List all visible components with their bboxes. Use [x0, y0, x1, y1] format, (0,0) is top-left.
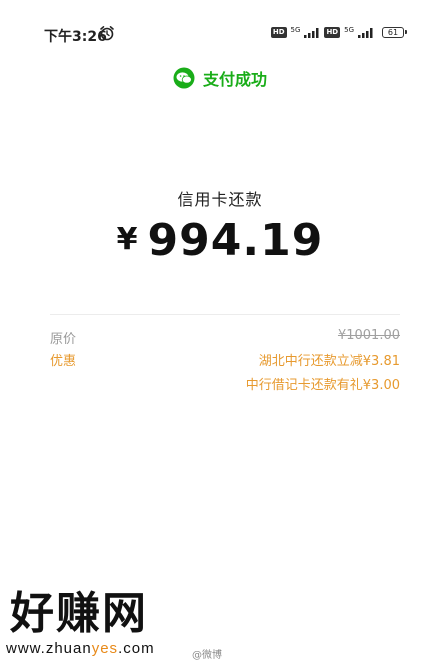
original-price-label: 原价	[50, 332, 77, 347]
watermark-logo: 好赚网	[10, 588, 148, 639]
signal-strength-icon-2	[358, 27, 373, 38]
payment-success-header: 支付成功	[0, 66, 440, 90]
weibo-watermark: @微博	[192, 650, 222, 661]
battery-level: 61	[387, 28, 399, 37]
wechat-pay-icon	[173, 67, 195, 89]
network-type-label-2: 5G	[344, 25, 354, 34]
watermark-url-highlight: yes	[91, 640, 119, 657]
discount-item-2: 中行借记卡还款有礼¥3.00	[245, 378, 400, 393]
network-type-label: 5G	[290, 25, 301, 34]
alarm-clock-icon	[100, 26, 114, 41]
discount-item-1: 湖北中行还款立减¥3.81	[258, 354, 400, 369]
discount-label: 优惠	[50, 354, 77, 369]
watermark-url: www.zhuanyes.com	[6, 640, 155, 657]
hd-badge-2: HD	[324, 27, 341, 38]
battery-icon: 61	[382, 27, 407, 38]
watermark-url-prefix: www.zhuan	[6, 640, 92, 657]
signal-strength-icon	[304, 27, 319, 38]
payment-title: 信用卡还款	[177, 190, 263, 209]
hd-badge: HD	[270, 27, 287, 38]
original-price-value: ¥1001.00	[337, 328, 400, 343]
payment-success-text: 支付成功	[202, 70, 267, 89]
currency-symbol: ¥	[116, 222, 138, 257]
site-watermark: 好赚网 www.zhuanyes.com @微博	[4, 590, 440, 670]
payment-amount: ¥994.19	[0, 215, 440, 266]
status-time: 下午3:26	[44, 29, 107, 45]
amount-value: 994.19	[147, 215, 324, 266]
divider	[50, 314, 400, 315]
status-bar: 下午3:26 HD 5G HD 5G 61	[0, 0, 440, 70]
watermark-url-suffix: .com	[118, 640, 155, 657]
status-indicators: HD 5G HD 5G 61	[270, 25, 407, 38]
